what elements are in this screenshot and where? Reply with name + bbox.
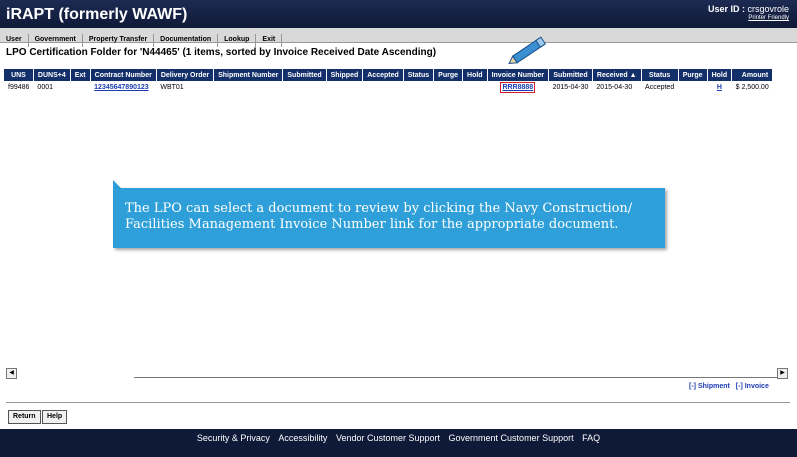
page-title: LPO Certification Folder for 'N44465' (1… [6, 47, 437, 58]
col-purge[interactable]: Purge [433, 69, 464, 81]
pencil-icon [508, 36, 547, 64]
menu-user[interactable]: User [0, 34, 29, 47]
menu-government[interactable]: Government [29, 34, 83, 47]
cell-ext [70, 81, 90, 93]
cell-submitted [283, 81, 326, 93]
user-id-block: User ID : crsgovrole Printer Friendly [708, 4, 789, 21]
invoice-toggle-link[interactable]: [-] Invoice [736, 383, 769, 390]
cell-shipment-number [214, 81, 283, 93]
col-invoice-submitted[interactable]: Submitted [548, 69, 593, 81]
callout-line-2: Facilities Management Invoice Number lin… [125, 217, 619, 232]
app-title: iRAPT (formerly WAWF) [6, 6, 188, 23]
printer-friendly-link[interactable]: Printer Friendly [708, 15, 789, 21]
col-submitted[interactable]: Submitted [282, 69, 327, 81]
footer-link-government-support[interactable]: Government Customer Support [449, 433, 574, 443]
cell-invoice-status: Accepted [645, 83, 675, 91]
menu-bar: User Government Property Transfer Documenta… [0, 28, 797, 47]
divider [6, 402, 790, 403]
hold-link[interactable]: H [717, 84, 722, 91]
return-button[interactable]: Return [8, 410, 41, 424]
footer: Security & Privacy Accessibility Vendor … [0, 429, 797, 457]
scroll-left-button[interactable]: ◀ [6, 368, 17, 379]
cell-invoice-submitted: 2015-04-30 [552, 83, 589, 91]
footer-link-vendor-support[interactable]: Vendor Customer Support [336, 433, 440, 443]
col-shipment-number[interactable]: Shipment Number [213, 69, 284, 81]
cell-uns: f99486 [8, 83, 30, 91]
table-row: f99486 0001 12345647890123 WBT01 RRR8888… [4, 81, 773, 93]
col-uns[interactable]: UNS [4, 69, 34, 81]
col-invoice-purge[interactable]: Purge [678, 69, 708, 81]
cell-contract: 12345647890123 [90, 81, 156, 93]
app-header: iRAPT (formerly WAWF) User ID : crsgovro… [0, 0, 797, 28]
user-id-value: crsgovrole [747, 4, 789, 14]
menu-lookup[interactable]: Lookup [218, 34, 257, 47]
cell-amount: $ 2,500.00 [735, 83, 769, 91]
cell-status [403, 81, 433, 93]
user-id-label: User ID : [707, 4, 745, 14]
cell-invoice-number: RRR8888 [487, 81, 549, 93]
documents-table: UNS DUNS+4 Ext Contract Number Delivery … [4, 69, 774, 93]
horizontal-scrollbar-track[interactable] [134, 377, 777, 378]
contract-number-link[interactable]: 12345647890123 [94, 84, 149, 91]
col-contract-number[interactable]: Contract Number [90, 69, 157, 81]
invoice-number-link[interactable]: RRR8888 [500, 81, 536, 93]
col-delivery-order[interactable]: Delivery Order [156, 69, 215, 81]
cell-purge [434, 81, 463, 93]
cell-received: 2015-04-30 [596, 83, 633, 91]
col-duns4[interactable]: DUNS+4 [33, 69, 71, 81]
table-header-row: UNS DUNS+4 Ext Contract Number Delivery … [4, 69, 774, 81]
col-status[interactable]: Status [403, 69, 435, 81]
col-invoice-number[interactable]: Invoice Number [487, 69, 550, 81]
col-ext[interactable]: Ext [70, 69, 91, 81]
cell-shipped [326, 81, 363, 93]
col-invoice-status[interactable]: Status [641, 69, 679, 81]
col-amount[interactable]: Amount [731, 69, 774, 81]
col-shipped[interactable]: Shipped [326, 69, 364, 81]
instruction-callout: The LPO can select a document to review … [113, 188, 665, 248]
footer-link-security-privacy[interactable]: Security & Privacy [197, 433, 270, 443]
help-button[interactable]: Help [42, 410, 68, 424]
menu-documentation[interactable]: Documentation [154, 34, 219, 47]
cell-invoice-hold: H [707, 81, 732, 93]
footer-link-accessibility[interactable]: Accessibility [278, 433, 327, 443]
col-received[interactable]: Received ▲ [592, 69, 642, 81]
menu-property-transfer[interactable]: Property Transfer [83, 34, 155, 47]
callout-line-1: The LPO can select a document to review … [125, 201, 633, 216]
cell-hold [463, 81, 488, 93]
cell-duns4: 0001 [37, 83, 53, 91]
section-toggles: [-] Shipment [-] Invoice [685, 383, 769, 390]
menu-exit[interactable]: Exit [256, 34, 283, 47]
footer-link-faq[interactable]: FAQ [582, 433, 600, 443]
scroll-right-button[interactable]: ▶ [777, 368, 788, 379]
col-invoice-hold[interactable]: Hold [707, 69, 733, 81]
cell-delivery-order: WBT01 [160, 83, 184, 91]
cell-invoice-purge [678, 81, 707, 93]
shipment-toggle-link[interactable]: [-] Shipment [689, 383, 730, 390]
col-hold[interactable]: Hold [462, 69, 488, 81]
cell-accepted [363, 81, 404, 93]
col-accepted[interactable]: Accepted [362, 69, 404, 81]
